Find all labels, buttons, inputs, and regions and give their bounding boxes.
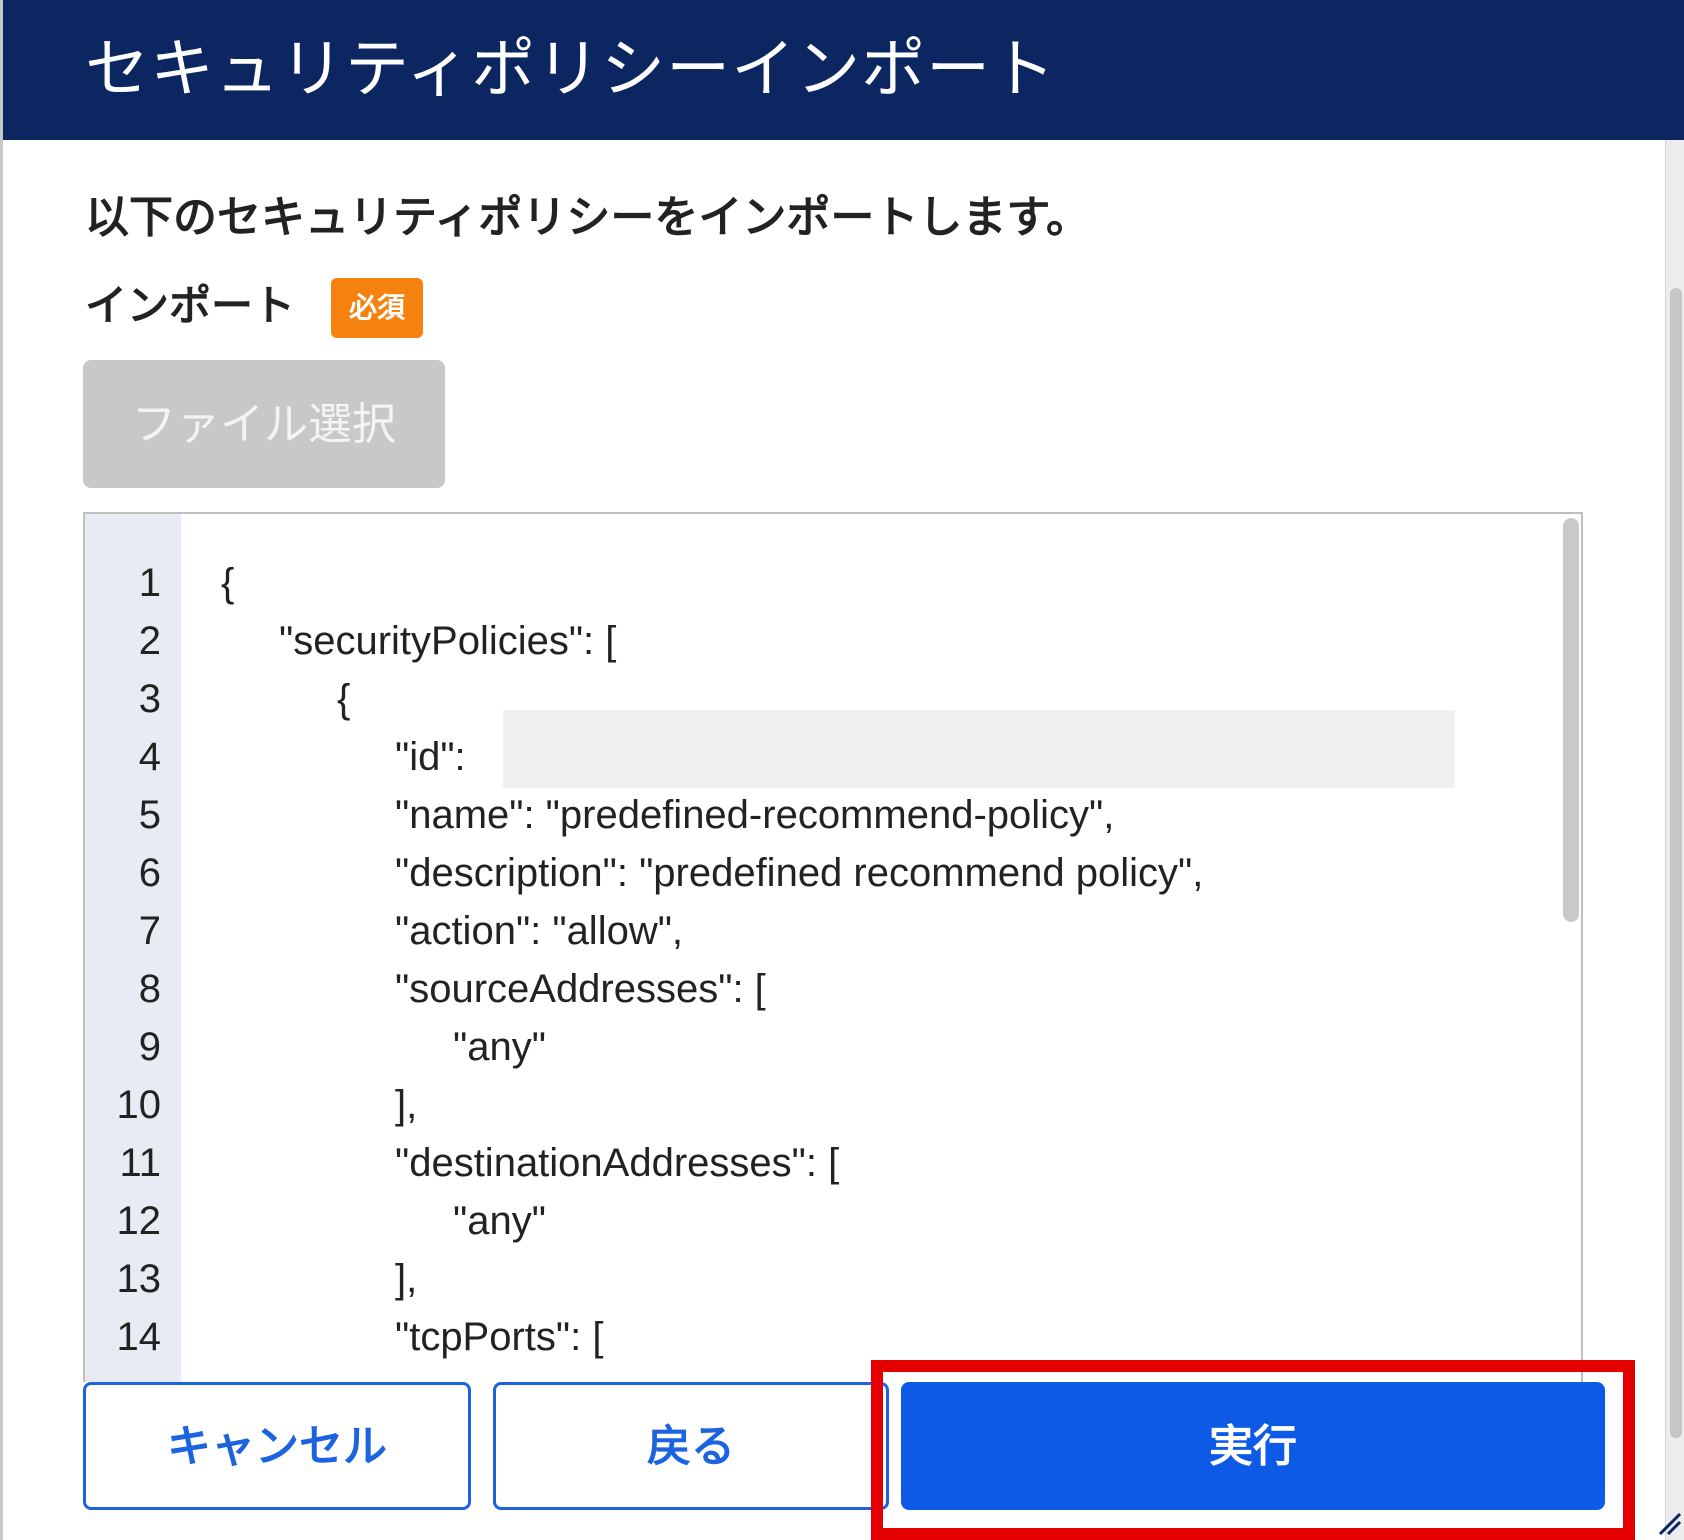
editor-scrollbar-thumb[interactable] [1563, 518, 1579, 922]
code-text: "tcpPorts": [ [395, 1315, 604, 1359]
execute-button[interactable]: 実行 [901, 1382, 1605, 1510]
line-number: 2 [138, 619, 161, 663]
code-line: 2 "securityPolicies": [ [85, 612, 1565, 670]
code-line: 11 "destinationAddresses": [ [85, 1134, 1565, 1192]
code-line: 12 "any" [85, 1192, 1565, 1250]
code-text: "any" [453, 1199, 546, 1243]
code-line: 6 "description": "predefined recommend p… [85, 844, 1565, 902]
line-number: 12 [116, 1199, 162, 1243]
file-select-button[interactable]: ファイル選択 [83, 360, 445, 488]
code-text: { [337, 677, 351, 721]
line-number: 7 [138, 909, 161, 953]
code-text: "name": "predefined-recommend-policy", [395, 793, 1115, 837]
cancel-button[interactable]: キャンセル [83, 1382, 471, 1510]
line-number: 6 [138, 851, 161, 895]
line-number: 14 [116, 1315, 162, 1359]
code-line: 7 "action": "allow", [85, 902, 1565, 960]
line-number: 5 [138, 793, 161, 837]
code-line: 4 "id": [85, 728, 1565, 786]
code-text: "destinationAddresses": [ [395, 1141, 840, 1185]
code-line: 13 ], [85, 1250, 1565, 1308]
back-button[interactable]: 戻る [493, 1382, 889, 1510]
code-line: 10 ], [85, 1076, 1565, 1134]
code-line: 8 "sourceAddresses": [ [85, 960, 1565, 1018]
line-number: 10 [116, 1083, 162, 1127]
json-editor[interactable]: 1 { 2 "securityPolicies": [ 3 { 4 "id": … [83, 512, 1583, 1382]
line-number: 3 [138, 677, 161, 721]
required-badge: 必須 [331, 278, 423, 338]
import-field-label: インポート [85, 281, 296, 330]
code-text: "any" [453, 1025, 546, 1069]
line-number: 4 [138, 735, 161, 779]
code-text: "action": "allow", [395, 909, 684, 953]
code-text: ], [395, 1083, 418, 1127]
intro-text: 以下のセキュリティポリシーをインポートします。 [85, 192, 1090, 243]
line-number: 11 [119, 1141, 161, 1185]
import-dialog: セキュリティポリシーインポート 以下のセキュリティポリシーをインポートします。 … [0, 0, 1684, 1540]
code-text: "description": "predefined recommend pol… [395, 851, 1204, 895]
line-number: 1 [138, 561, 161, 605]
dialog-title: セキュリティポリシーインポート [85, 33, 1057, 107]
line-number: 8 [138, 967, 161, 1011]
code-text: "id": [395, 735, 466, 779]
line-number: 13 [116, 1257, 162, 1301]
dialog-scrollbar-thumb[interactable] [1670, 288, 1682, 1438]
code-line: 5 "name": "predefined-recommend-policy", [85, 786, 1565, 844]
line-number: 9 [138, 1025, 161, 1069]
dialog-header: セキュリティポリシーインポート [3, 0, 1684, 140]
code-line: 14 "tcpPorts": [ [85, 1308, 1565, 1366]
resize-grip-icon[interactable] [1652, 1506, 1682, 1536]
code-text: "sourceAddresses": [ [395, 967, 766, 1011]
code-text: "securityPolicies": [ [279, 619, 617, 663]
code-line: 1 { [85, 554, 1565, 612]
dialog-scrollbar[interactable] [1665, 140, 1684, 1540]
code-text: ], [395, 1257, 418, 1301]
code-text: { [221, 561, 235, 605]
code-line: 9 "any" [85, 1018, 1565, 1076]
